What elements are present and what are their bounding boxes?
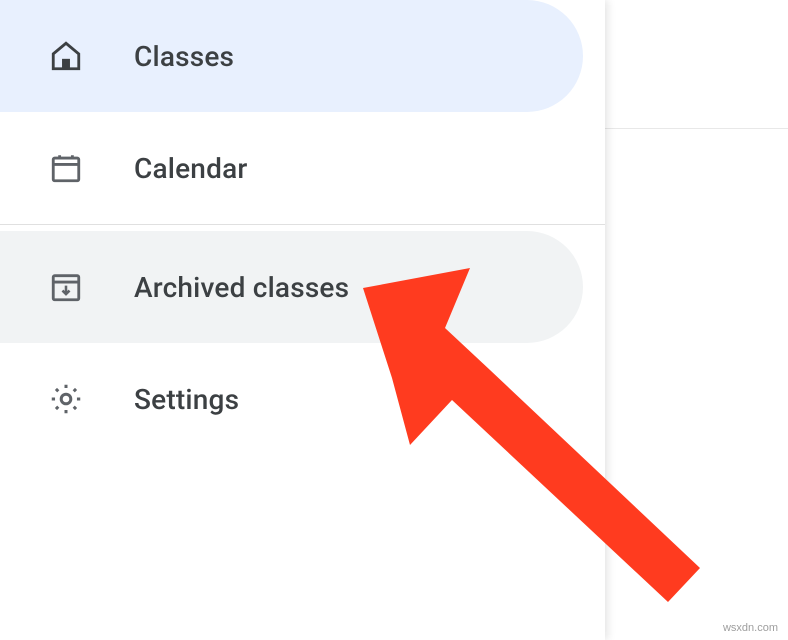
sidebar-item-calendar[interactable]: Calendar (0, 112, 583, 224)
nav-section-bottom: Archived classes Settings (0, 225, 605, 455)
calendar-icon (48, 150, 84, 186)
sidebar-item-classes[interactable]: Classes (0, 0, 583, 112)
sidebar-item-settings[interactable]: Settings (0, 343, 583, 455)
sidebar-item-archived-classes[interactable]: Archived classes (0, 231, 583, 343)
sidebar-item-label: Classes (134, 40, 234, 73)
home-icon (48, 38, 84, 74)
sidebar-item-label: Settings (134, 383, 239, 416)
gear-icon (48, 381, 84, 417)
sidebar: Classes Calendar (0, 0, 605, 640)
archive-icon (48, 269, 84, 305)
content-divider (605, 128, 788, 129)
content-area (605, 0, 788, 640)
sidebar-item-label: Archived classes (134, 271, 349, 304)
watermark: wsxdn.com (723, 622, 778, 634)
sidebar-item-label: Calendar (134, 152, 247, 185)
nav-section-top: Classes Calendar (0, 0, 605, 224)
